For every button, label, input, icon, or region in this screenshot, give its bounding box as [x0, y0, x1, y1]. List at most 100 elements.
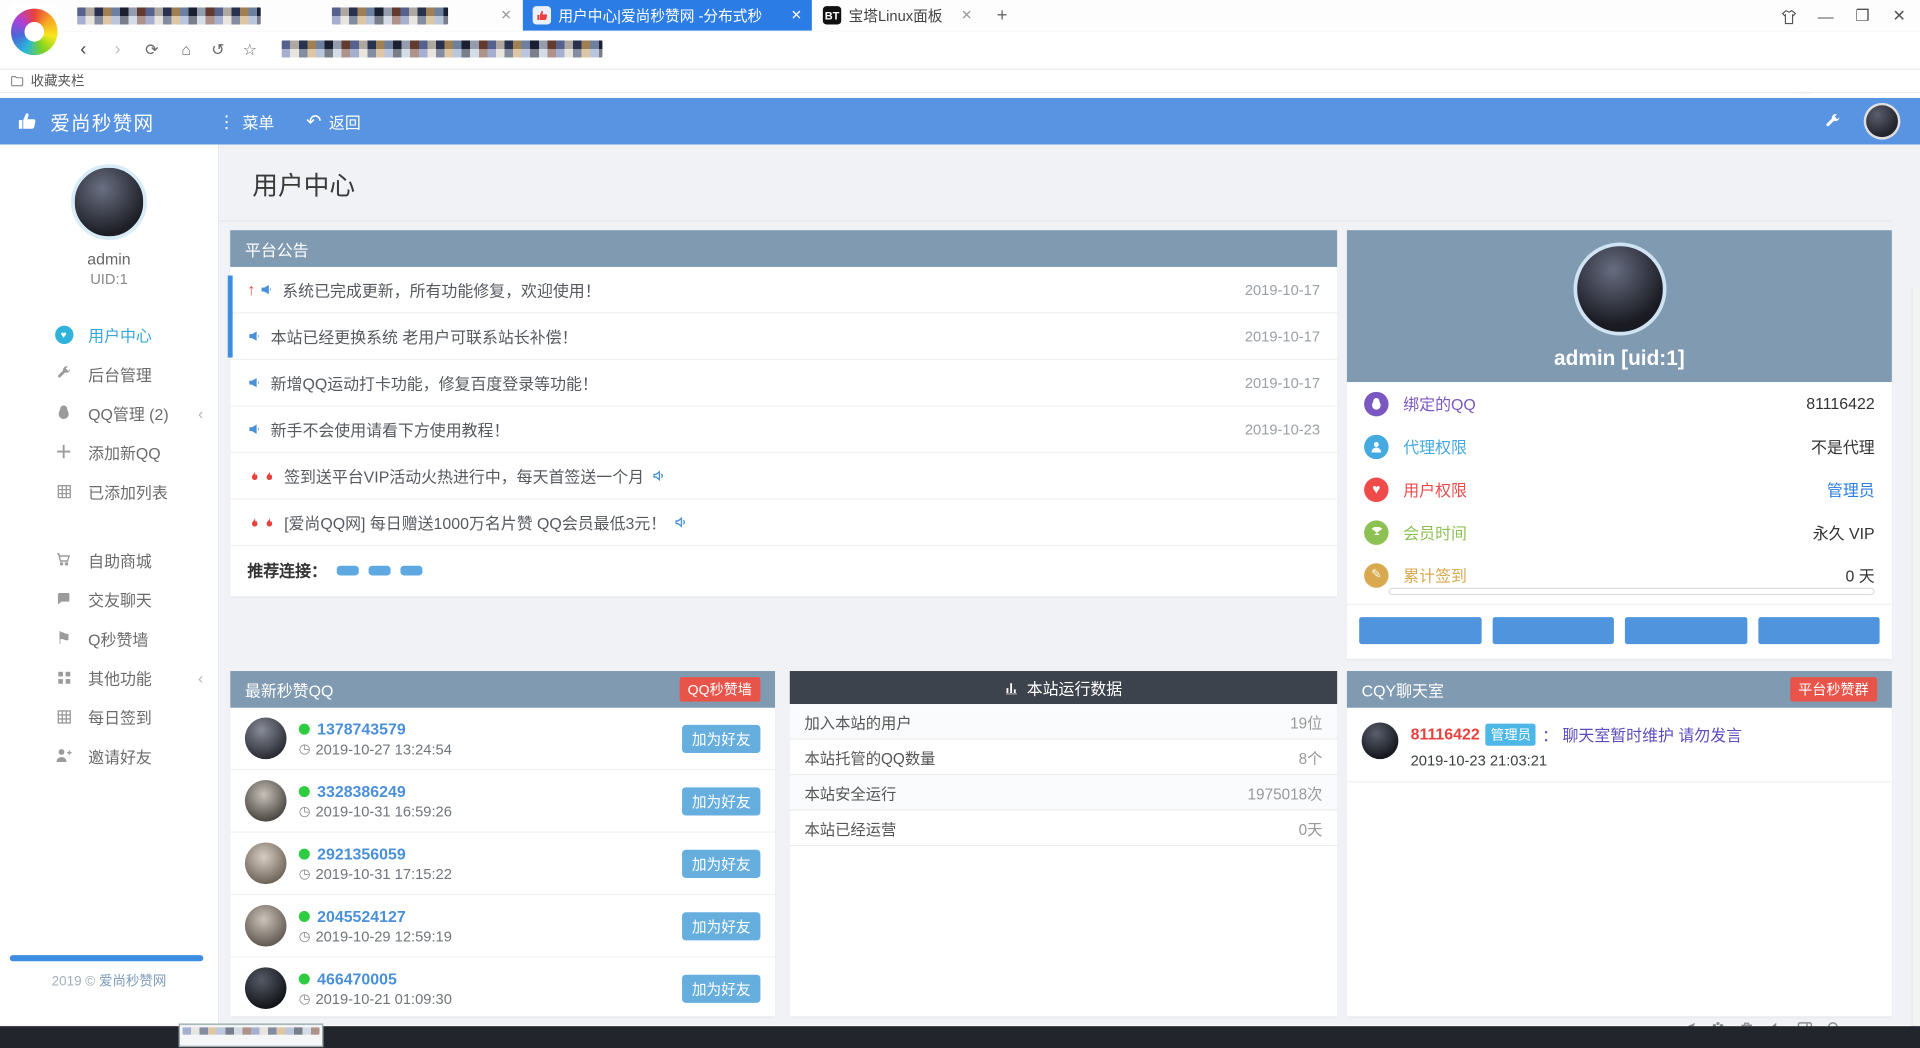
sidebar-item-label: 添加新QQ: [88, 440, 161, 463]
qq-avatar: [245, 780, 287, 822]
back-button[interactable]: ↶ 返回: [306, 110, 361, 133]
chat-message: 81116422 管理员 ： 聊天室暂时维护 请勿发言 2019-10-23 2…: [1347, 708, 1892, 783]
user-avatar[interactable]: [1864, 103, 1901, 140]
skin-icon[interactable]: [1771, 6, 1808, 25]
qq-number[interactable]: 3328386249: [317, 782, 406, 800]
latest-qq-list: 1378743579 ◷2019-10-27 13:24:54 加为好友 332…: [230, 708, 775, 1017]
back-label: 返回: [329, 110, 361, 133]
profile-row[interactable]: 绑定的QQ 81116422: [1347, 382, 1892, 425]
profile-action-button[interactable]: [1758, 617, 1880, 644]
forward-icon[interactable]: ›: [103, 37, 132, 64]
sidebar-item[interactable]: 其他功能 ‹: [0, 658, 218, 697]
restore-icon[interactable]: ❐: [1844, 6, 1881, 26]
close-window-icon[interactable]: ✕: [1881, 6, 1918, 26]
profile-row[interactable]: ✎ 累计签到 0 天: [1347, 553, 1892, 596]
recommend-link-button[interactable]: [337, 565, 359, 575]
sidebar-item[interactable]: 自助商城: [0, 540, 218, 579]
qq-number[interactable]: 2045524127: [317, 907, 406, 925]
announcement-row[interactable]: 新增QQ运动打卡功能，修复百度登录等功能！ 2019-10-17: [230, 360, 1337, 407]
tab-active[interactable]: 用户中心|爱尚秒赞网 -分布式秒 ✕: [523, 0, 812, 31]
close-tab-icon[interactable]: ✕: [961, 7, 972, 23]
profile-avatar[interactable]: [1573, 242, 1666, 335]
chat-bubble-icon: [55, 590, 72, 607]
flame-icons: [247, 466, 276, 484]
sidebar-item[interactable]: ♥ 用户中心: [0, 315, 218, 354]
admin-role-badge: 管理员: [1486, 723, 1536, 745]
profile-row[interactable]: ♥ 用户权限 管理员: [1347, 468, 1892, 511]
minimize-icon[interactable]: —: [1807, 7, 1844, 25]
site-stats-title: 本站运行数据: [1027, 676, 1123, 699]
wrench-icon[interactable]: [1823, 112, 1841, 130]
sidebar-item[interactable]: 交友聊天: [0, 579, 218, 618]
sidebar-username: admin: [0, 250, 218, 268]
sidebar-item[interactable]: 后台管理: [0, 354, 218, 393]
sidebar-item[interactable]: ＋ 添加新QQ: [0, 432, 218, 471]
tab-bt-panel[interactable]: BT 宝塔Linux面板 ✕: [813, 0, 982, 31]
stat-label: 本站托管的QQ数量: [804, 745, 935, 768]
sidebar-item[interactable]: QQ管理 (2) ‹: [0, 393, 218, 432]
favorite-star-icon[interactable]: ☆: [235, 37, 264, 64]
add-friend-button[interactable]: 加为好友: [682, 787, 760, 815]
close-tab-icon[interactable]: ✕: [501, 7, 512, 23]
site-brand[interactable]: 爱尚秒赞网: [17, 107, 154, 136]
online-dot-icon: [299, 723, 310, 734]
browser-logo[interactable]: [7, 4, 61, 60]
sidebar-item-label: 其他功能: [88, 666, 152, 689]
page-scrollbar[interactable]: [1911, 289, 1920, 1048]
qq-number[interactable]: 2921356059: [317, 844, 406, 862]
close-tab-icon[interactable]: ✕: [791, 7, 802, 23]
thumbs-up-icon: [17, 111, 38, 132]
heart-icon: ♥: [1372, 482, 1380, 497]
announcement-row[interactable]: 签到送平台VIP活动火热进行中，每天首签送一个月: [230, 453, 1337, 500]
sidebar-item[interactable]: ⚑ Q秒赞墙: [0, 618, 218, 657]
sidebar-item[interactable]: 邀请好友: [0, 736, 218, 775]
add-friend-button[interactable]: 加为好友: [682, 849, 760, 877]
sidebar-item[interactable]: 每日签到: [0, 697, 218, 736]
profile-row[interactable]: 代理权限 不是代理: [1347, 425, 1892, 468]
home-icon[interactable]: ⌂: [171, 37, 200, 64]
announcement-date: 2019-10-23: [1245, 421, 1320, 438]
sidebar-avatar[interactable]: [71, 164, 147, 240]
qq-number[interactable]: 466470005: [317, 969, 397, 987]
sidebar-item[interactable]: 已添加列表: [0, 471, 218, 510]
announcement-row[interactable]: 本站已经更换系统 老用户可联系站长补偿！ 2019-10-17: [230, 313, 1337, 360]
taskbar-window-preview[interactable]: [179, 1024, 323, 1047]
new-tab-button[interactable]: +: [987, 0, 1021, 31]
announcement-row[interactable]: ↑ 系统已完成更新，所有功能修复，欢迎使用！ 2019-10-17: [230, 267, 1337, 314]
tab-censored-2[interactable]: ✕: [322, 0, 522, 31]
sidebar-item-label: 交友聊天: [88, 587, 152, 610]
scrollbar-thumb[interactable]: [228, 276, 233, 358]
qq-info: 3328386249 ◷2019-10-31 16:59:26: [299, 782, 452, 820]
tab-censored-1[interactable]: [67, 0, 320, 31]
profile-action-button[interactable]: [1625, 617, 1747, 644]
qq-number-line: 2921356059: [299, 844, 452, 862]
profile-action-button[interactable]: [1359, 617, 1481, 644]
add-friend-button[interactable]: 加为好友: [682, 724, 760, 752]
back-icon[interactable]: ‹: [69, 37, 98, 64]
sidebar-scrollbar[interactable]: [10, 955, 203, 961]
chat-message-line: 81116422 管理员 ： 聊天室暂时维护 请勿发言: [1411, 722, 1742, 745]
qq-number[interactable]: 1378743579: [317, 719, 406, 737]
add-friend-button[interactable]: 加为好友: [682, 974, 760, 1002]
recommend-link-button[interactable]: [400, 565, 422, 575]
profile-row[interactable]: 会员时间 永久 VIP: [1347, 511, 1892, 554]
chat-qq-number[interactable]: 81116422: [1411, 725, 1480, 743]
recommend-link-button[interactable]: [369, 565, 391, 575]
announcement-row[interactable]: [爱尚QQ网] 每日赠送1000万名片赞 QQ会员最低3元！: [230, 500, 1337, 547]
undo-icon[interactable]: ↺: [203, 37, 232, 64]
announcements-header: 平台公告: [230, 230, 1337, 267]
main-content: 用户中心 平台公告 ↑ 系统已完成更新，所有功能修复，欢迎使用！ 2019-10…: [218, 144, 1920, 1024]
qq-wall-badge[interactable]: QQ秒赞墙: [679, 677, 760, 701]
announcement-row[interactable]: 新手不会使用请看下方使用教程！ 2019-10-23: [230, 407, 1337, 454]
profile-action-button[interactable]: [1492, 617, 1614, 644]
trophy-icon: [1370, 525, 1383, 538]
menu-button[interactable]: ⋮ 菜单: [218, 110, 274, 133]
footer-site-link[interactable]: 爱尚秒赞网: [99, 975, 166, 990]
reload-icon[interactable]: ⟳: [137, 37, 166, 64]
dots-vertical-icon: ⋮: [218, 111, 235, 132]
clock-icon: ◷: [299, 803, 311, 819]
bookmark-folder-label[interactable]: 收藏夹栏: [31, 71, 85, 91]
add-friend-button[interactable]: 加为好友: [682, 912, 760, 940]
chat-room-title: CQY聊天室: [1362, 678, 1444, 701]
platform-group-badge[interactable]: 平台秒赞群: [1790, 677, 1878, 701]
